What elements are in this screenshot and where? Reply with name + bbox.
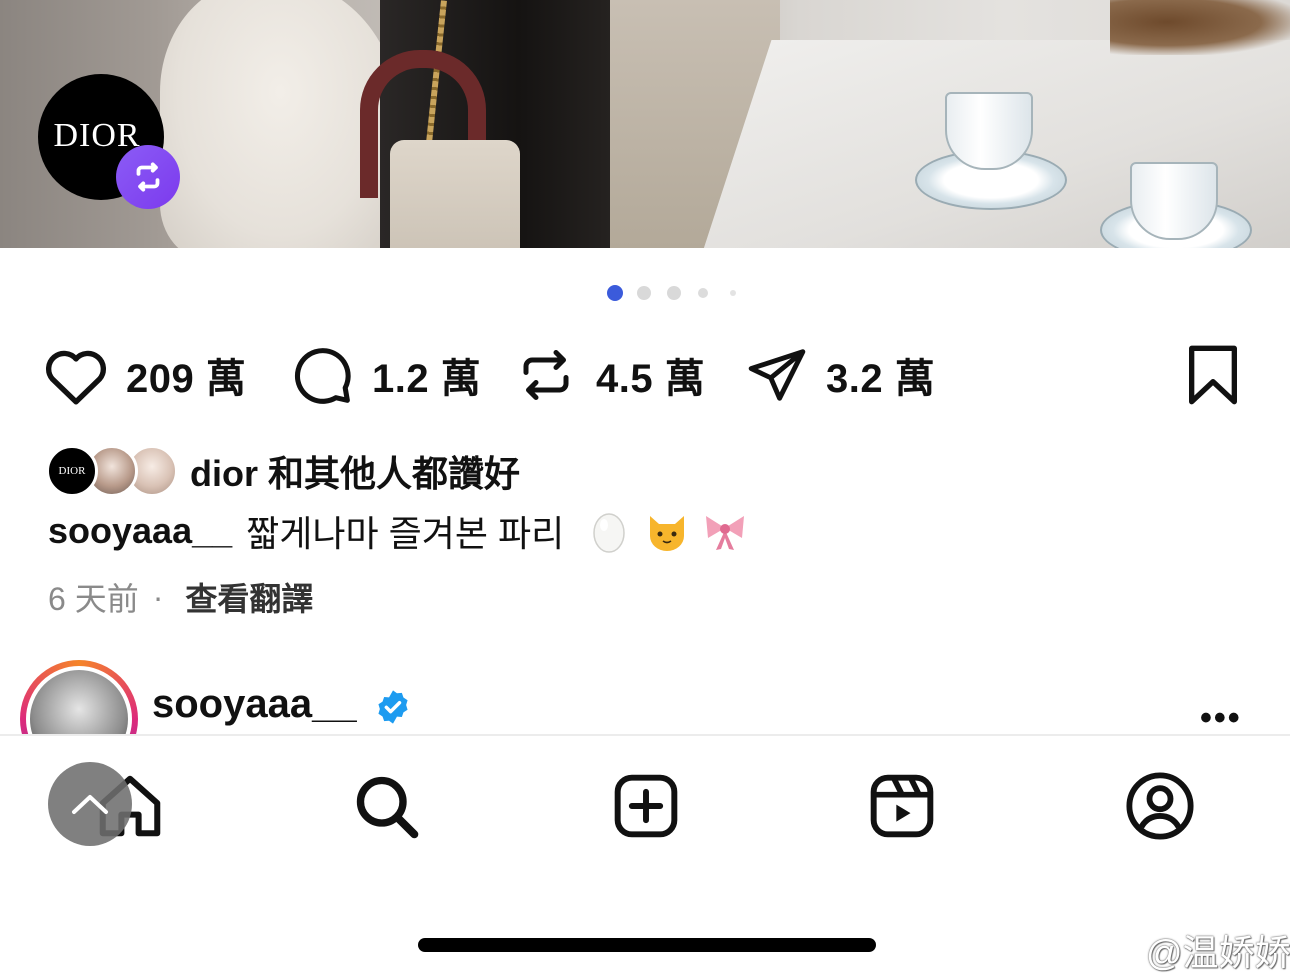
carousel-dot	[730, 290, 736, 296]
create-icon	[614, 774, 678, 838]
post-photo[interactable]: DIOR	[0, 0, 1290, 248]
caption-text: 짧게나마 즐겨본 파리	[246, 513, 565, 554]
profile-icon	[1126, 772, 1194, 840]
heart-icon	[46, 350, 106, 405]
share-button[interactable]: 3.2 萬	[744, 340, 935, 410]
carousel-dot	[667, 286, 681, 300]
scroll-to-top-button[interactable]	[48, 762, 132, 846]
carousel-indicator	[0, 285, 1290, 301]
reels-icon	[870, 774, 934, 838]
caption-username[interactable]: sooyaaa__	[48, 510, 232, 552]
repost-button[interactable]: 4.5 萬	[516, 340, 705, 410]
comment-button[interactable]: 1.2 萬	[290, 340, 481, 410]
repost-icon	[136, 162, 160, 192]
send-icon	[748, 349, 806, 401]
carousel-dot	[637, 286, 651, 300]
caption: sooyaaa__ 짧게나마 즐겨본 파리	[48, 505, 748, 557]
photo-bag	[390, 140, 520, 248]
photo-teacup	[915, 90, 1067, 210]
like-button[interactable]: 209 萬	[42, 340, 246, 410]
repost-badge	[116, 145, 180, 209]
comment-icon	[294, 348, 351, 404]
chevron-up-icon	[72, 795, 108, 814]
verified-badge-icon	[378, 690, 408, 724]
action-bar: 209 萬 1.2 萬 4.5 萬 3.2 萬	[0, 340, 1290, 410]
tab-search[interactable]	[350, 770, 422, 842]
photo-decor	[1110, 0, 1290, 55]
photo-teacup-2	[1100, 160, 1252, 248]
repost-icon	[523, 350, 569, 400]
tab-reels[interactable]	[866, 770, 938, 842]
watermark-text: @温娇娇i	[1146, 932, 1290, 973]
bookmark-icon	[1188, 345, 1237, 405]
liked-by-row[interactable]: DIOR dior 和其他人都讚好	[46, 443, 520, 499]
tab-profile[interactable]	[1124, 770, 1196, 842]
next-post-header: sooyaaa__ •••	[0, 660, 1290, 734]
liked-by-text: dior 和其他人都讚好	[190, 453, 520, 494]
brand-avatar-text: DIOR	[53, 117, 141, 154]
carousel-dot	[698, 288, 708, 298]
comment-count: 1.2 萬	[372, 357, 482, 401]
cat-emoji-icon	[650, 516, 685, 551]
meta-separator: ·	[152, 578, 164, 615]
more-options-button[interactable]: •••	[1200, 701, 1242, 734]
liker-avatar-dior: DIOR	[46, 445, 98, 497]
ribbon-emoji-icon	[706, 516, 745, 550]
share-count: 3.2 萬	[826, 357, 936, 401]
search-icon	[356, 776, 419, 839]
save-button[interactable]	[1184, 340, 1242, 410]
like-count: 209 萬	[126, 357, 247, 401]
egg-emoji-icon	[593, 513, 625, 553]
carousel-dot-active	[607, 285, 623, 301]
liker-avatar-text: DIOR	[58, 465, 86, 477]
watermark: @温娇娇i	[1108, 924, 1290, 976]
tab-bar-divider	[0, 734, 1290, 736]
weibo-logo-icon	[1108, 938, 1140, 965]
post-time: 6 天前	[48, 581, 139, 617]
next-post-username[interactable]: sooyaaa__	[152, 682, 357, 727]
repost-count: 4.5 萬	[596, 357, 706, 401]
tab-create[interactable]	[610, 770, 682, 842]
see-translation-link[interactable]: 查看翻譯	[185, 574, 313, 620]
post-meta: 6 天前 · 查看翻譯	[48, 574, 313, 620]
home-indicator[interactable]	[418, 938, 876, 952]
